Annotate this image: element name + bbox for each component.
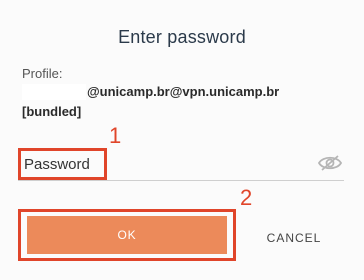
profile-bundled: [bundled] — [22, 104, 82, 119]
dialog-title: Enter password — [118, 27, 246, 47]
password-dialog: Enter password Profile: @unicamp.br@vpn.… — [0, 0, 364, 280]
eye-off-icon[interactable] — [317, 154, 343, 172]
password-field-row — [18, 148, 344, 181]
annotation-step-2: 2 — [240, 185, 253, 210]
annotation-step-1: 1 — [109, 123, 122, 148]
cancel-button[interactable]: CANCEL — [252, 224, 336, 252]
password-underline — [18, 180, 344, 181]
redacted-username — [22, 84, 86, 100]
profile-label: Profile: — [22, 66, 63, 81]
profile-value: @unicamp.br@vpn.unicamp.br — [87, 84, 280, 99]
ok-button[interactable]: OK — [27, 216, 227, 254]
password-input[interactable] — [24, 154, 324, 174]
annotation-highlight-ok: OK — [18, 209, 236, 261]
